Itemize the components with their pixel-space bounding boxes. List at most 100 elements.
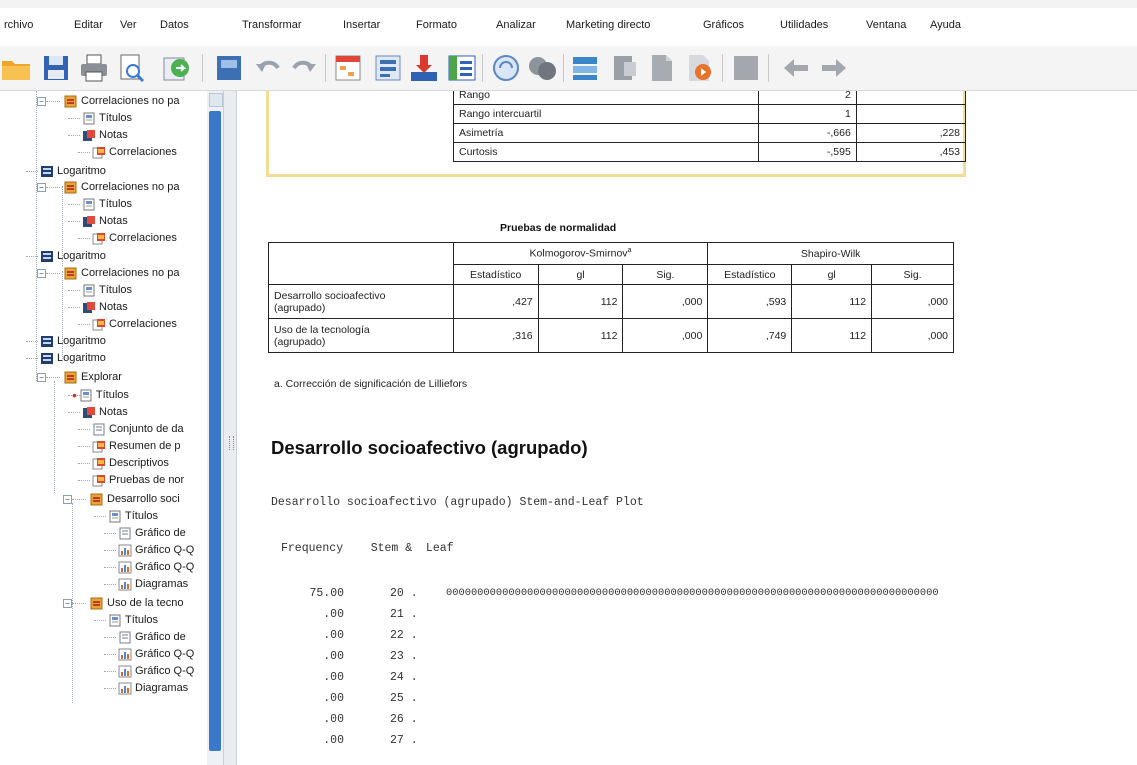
row-label: Desarrollo socioafectivo (agrupado)	[268, 284, 454, 319]
tree-item[interactable]: Notas	[82, 299, 128, 315]
tree-collapse-toggle[interactable]: −	[37, 183, 46, 192]
tree-item[interactable]: Correlaciones	[92, 144, 177, 160]
menu-graficos[interactable]: Gráficos	[703, 19, 744, 31]
tree-item[interactable]: • Títulos	[72, 387, 129, 403]
tree-collapse-toggle[interactable]: −	[37, 373, 46, 382]
tree-item[interactable]: Gráfico Q-Q	[118, 646, 194, 662]
tree-item[interactable]: Títulos	[108, 612, 158, 628]
tree-collapse-toggle[interactable]: −	[63, 495, 72, 504]
tree-item[interactable]: Descriptivos	[92, 455, 169, 471]
menu-transformar[interactable]: Transformar	[242, 19, 302, 31]
tree-item-label: Gráfico Q-Q	[135, 648, 195, 660]
forward-arrow-icon[interactable]	[818, 52, 850, 84]
menu-ventana[interactable]: Ventana	[866, 19, 906, 31]
menu-archivo[interactable]: rchivo	[4, 19, 33, 31]
outline-scrollbar[interactable]	[207, 91, 223, 765]
tree-item[interactable]: Correlaciones no pa	[64, 93, 179, 109]
tree-item[interactable]: Títulos	[108, 508, 158, 524]
tree-item[interactable]: Títulos	[82, 196, 132, 212]
pane-splitter[interactable]	[223, 91, 237, 765]
tree-item-label: Logaritmo	[57, 250, 106, 262]
log-icon	[41, 165, 53, 177]
tree-item[interactable]: Gráfico Q-Q	[118, 542, 194, 558]
select-cases-icon[interactable]	[570, 52, 602, 84]
tree-item[interactable]: Logaritmo	[40, 350, 106, 366]
tree-item[interactable]: Gráfico de	[118, 525, 186, 541]
menu-editar[interactable]: Editar	[74, 19, 103, 31]
toolbar-separator	[722, 54, 723, 82]
recall-dialog-icon[interactable]	[213, 52, 245, 84]
menu-utilidades[interactable]: Utilidades	[780, 19, 828, 31]
undo-icon[interactable]	[252, 52, 284, 84]
pivot-icon[interactable]	[646, 52, 678, 84]
tree-connector	[68, 307, 80, 308]
tree-collapse-toggle[interactable]: −	[63, 599, 72, 608]
goto-case-icon[interactable]	[372, 52, 404, 84]
descriptives-table-selected[interactable]: Rango 2 Rango intercuartil 1 Asimetría -,666,…	[266, 91, 967, 177]
tree-item[interactable]: Gráfico Q-Q	[118, 559, 194, 575]
tree-item[interactable]: Correlaciones	[92, 316, 177, 332]
tree-item[interactable]: Correlaciones no pa	[64, 265, 179, 281]
goto-variable-icon[interactable]	[408, 52, 440, 84]
tree-item[interactable]: Diagramas	[118, 680, 188, 696]
tree-item[interactable]: Resumen de p	[92, 438, 181, 454]
tree-item[interactable]: Gráfico Q-Q	[118, 663, 194, 679]
open-folder-icon[interactable]	[0, 52, 32, 84]
output-outline-tree[interactable]: − Correlaciones no pa Títulos Notas Correlac…	[0, 91, 223, 765]
run-script-icon[interactable]	[683, 52, 715, 84]
tree-item[interactable]: Títulos	[82, 282, 132, 298]
export-icon[interactable]	[160, 52, 192, 84]
stem-value: 22 .	[390, 629, 418, 642]
print-preview-icon[interactable]	[115, 52, 147, 84]
use-variable-sets-icon[interactable]	[526, 52, 558, 84]
menu-analizar[interactable]: Analizar	[496, 19, 536, 31]
tree-item[interactable]: Correlaciones	[92, 230, 177, 246]
redo-icon[interactable]	[288, 52, 320, 84]
title-icon	[83, 112, 95, 124]
designate-window-icon[interactable]	[608, 52, 640, 84]
tree-item[interactable]: Gráfico de	[118, 629, 186, 645]
tree-item-label: Títulos	[99, 198, 133, 210]
column-header: Sig.	[622, 264, 709, 285]
tree-item[interactable]: Logaritmo	[40, 248, 106, 264]
tree-item[interactable]: Desarrollo soci	[90, 491, 180, 507]
stem-frequency: .00	[323, 608, 344, 621]
tree-collapse-toggle[interactable]: −	[37, 97, 46, 106]
menu-ver[interactable]: Ver	[120, 19, 137, 31]
output-book-icon	[64, 95, 77, 107]
splitter-grip-icon[interactable]	[229, 436, 234, 450]
scrollbar-thumb[interactable]	[209, 111, 221, 751]
tree-item[interactable]: Logaritmo	[40, 333, 106, 349]
descriptives-row: Rango 2	[452, 91, 967, 105]
tree-item[interactable]: Notas	[82, 127, 128, 143]
tree-item[interactable]: Títulos	[82, 110, 132, 126]
tree-item[interactable]: Conjunto de da	[92, 421, 184, 437]
tree-collapse-toggle[interactable]: −	[37, 269, 46, 278]
variables-icon[interactable]	[446, 52, 478, 84]
tree-item[interactable]: Uso de la tecno	[90, 595, 183, 611]
menu-insertar[interactable]: Insertar	[343, 19, 380, 31]
show-all-variables-icon[interactable]	[490, 52, 522, 84]
scroll-up-button[interactable]	[209, 93, 223, 107]
tree-item[interactable]: Notas	[82, 213, 128, 229]
tree-item[interactable]: Explorar	[64, 369, 122, 385]
tree-item[interactable]: Logaritmo	[40, 163, 106, 179]
stem-leaf-values: 0000000000000000000000000000000000000000…	[446, 587, 939, 599]
normality-table[interactable]: Kolmogorov-Smirnova Shapiro-Wilk Estadís…	[268, 242, 954, 353]
tree-guide-line	[54, 381, 55, 493]
back-arrow-icon[interactable]	[780, 52, 812, 84]
tree-item[interactable]: Notas	[82, 404, 128, 420]
menu-marketing-directo[interactable]: Marketing directo	[566, 19, 650, 31]
tree-item[interactable]: Pruebas de nor	[92, 472, 184, 488]
save-icon[interactable]	[40, 52, 72, 84]
tree-item[interactable]: Correlaciones no pa	[64, 179, 179, 195]
print-icon[interactable]	[78, 52, 110, 84]
menu-ayuda[interactable]: Ayuda	[930, 19, 961, 31]
tree-item-label: Títulos	[99, 284, 133, 296]
goto-data-icon[interactable]	[332, 52, 364, 84]
notes-icon	[83, 301, 95, 313]
tree-item[interactable]: Diagramas	[118, 576, 188, 592]
menu-formato[interactable]: Formato	[416, 19, 457, 31]
menu-datos[interactable]: Datos	[160, 19, 189, 31]
grid-icon[interactable]	[730, 52, 762, 84]
